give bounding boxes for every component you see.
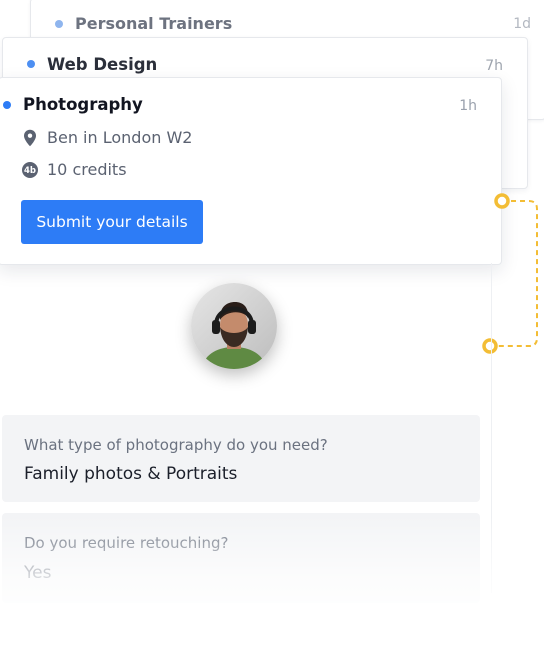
timeline-connector bbox=[482, 193, 538, 354]
status-dot bbox=[27, 60, 35, 68]
connector-node bbox=[494, 193, 510, 209]
submit-details-button[interactable]: Submit your details bbox=[21, 200, 203, 244]
lead-time: 1d bbox=[513, 16, 531, 32]
lead-title: Photography bbox=[23, 95, 143, 114]
question-label: Do you require retouching? bbox=[24, 534, 229, 552]
divider bbox=[491, 263, 492, 593]
svg-text:4b: 4b bbox=[24, 166, 36, 176]
user-avatar bbox=[191, 283, 277, 369]
lead-card-photography[interactable]: Photography 1h Ben in London W2 4b 10 cr… bbox=[0, 77, 502, 265]
credits-icon: 4b bbox=[21, 161, 39, 179]
status-dot bbox=[55, 20, 63, 28]
lead-time: 1h bbox=[459, 98, 477, 114]
connector-node bbox=[482, 338, 498, 354]
question-answer: Family photos & Portraits bbox=[24, 464, 238, 484]
lead-credits-row: 4b 10 credits bbox=[21, 160, 127, 179]
question-label: What type of photography do you need? bbox=[24, 436, 328, 454]
location-pin-icon bbox=[21, 129, 39, 147]
status-dot bbox=[3, 101, 11, 109]
lead-time: 7h bbox=[485, 58, 503, 74]
lead-location: Ben in London W2 bbox=[47, 128, 193, 147]
question-card: What type of photography do you need? Fa… bbox=[2, 415, 480, 502]
lead-title: Personal Trainers bbox=[75, 14, 233, 33]
lead-title: Web Design bbox=[47, 55, 158, 74]
lead-location-row: Ben in London W2 bbox=[21, 128, 192, 147]
question-answer: Yes bbox=[24, 563, 52, 583]
question-card: Do you require retouching? Yes bbox=[2, 513, 480, 603]
lead-credits: 10 credits bbox=[47, 160, 127, 179]
